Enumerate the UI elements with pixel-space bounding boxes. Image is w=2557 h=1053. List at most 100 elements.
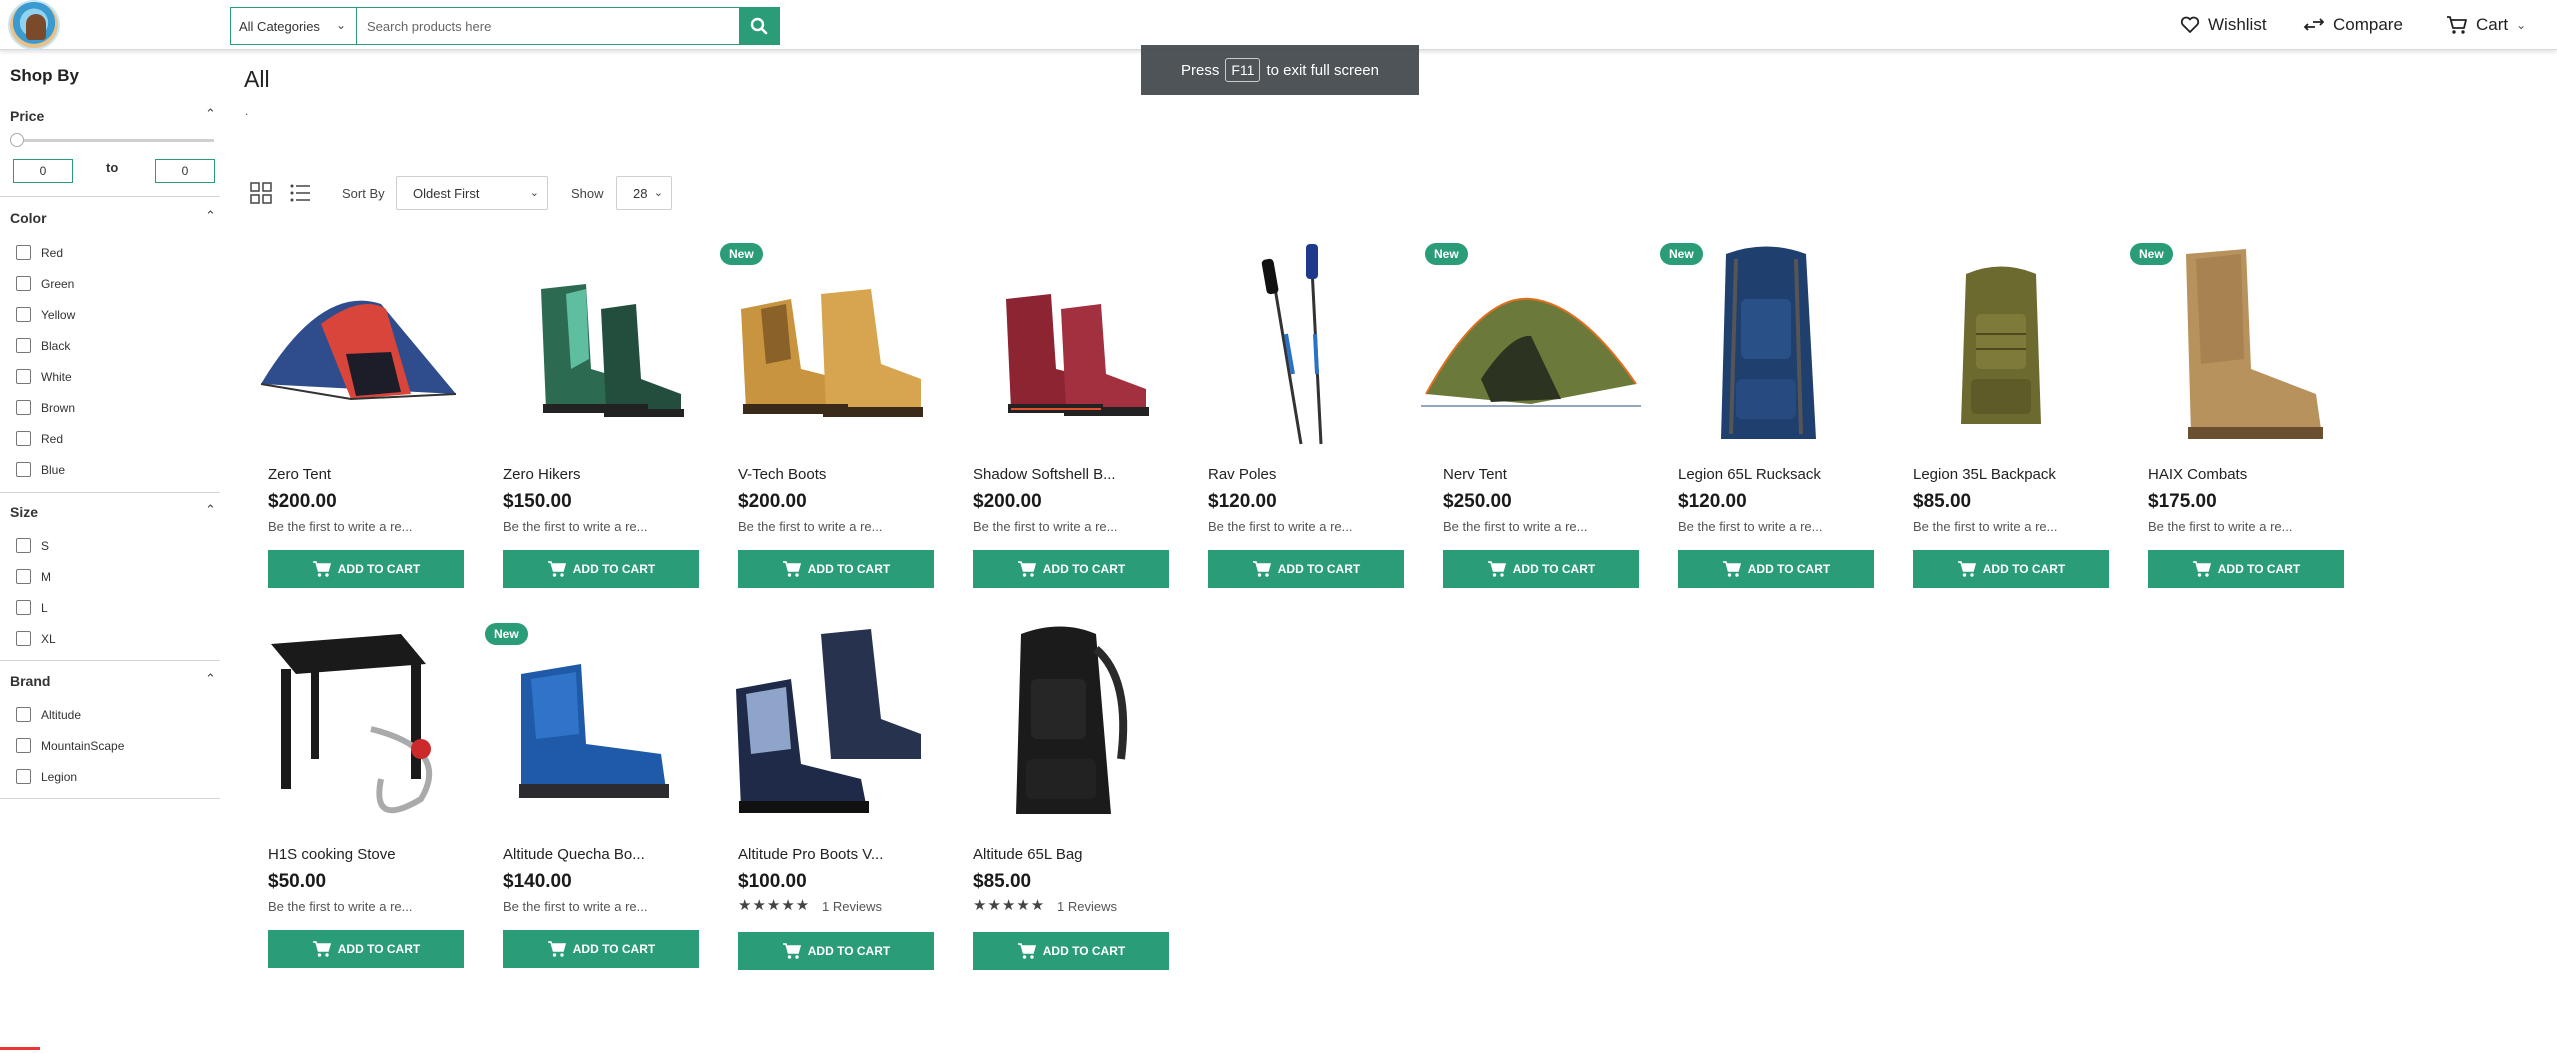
product-card[interactable]: New V-Tech Boots $200.00 Be the first to… xyxy=(716,234,936,604)
product-name[interactable]: V-Tech Boots xyxy=(738,466,826,483)
review-prompt[interactable]: Be the first to write a re... xyxy=(503,519,648,534)
product-image[interactable] xyxy=(716,614,936,834)
checkbox[interactable] xyxy=(16,769,31,784)
checkbox[interactable] xyxy=(16,538,31,553)
product-card[interactable]: H1S cooking Stove $50.00 Be the first to… xyxy=(246,614,466,984)
product-name[interactable]: H1S cooking Stove xyxy=(268,846,396,863)
sort-select[interactable]: Oldest First ⌄ xyxy=(396,176,548,210)
color-option[interactable]: White xyxy=(16,369,72,384)
size-option[interactable]: L xyxy=(16,600,48,615)
product-image[interactable] xyxy=(1891,234,2111,454)
checkbox[interactable] xyxy=(16,462,31,477)
add-to-cart-button[interactable]: ADD TO CART xyxy=(503,930,699,968)
brand-option[interactable]: MountainScape xyxy=(16,738,124,753)
price-min-input[interactable] xyxy=(13,159,73,183)
add-to-cart-button[interactable]: ADD TO CART xyxy=(1208,550,1404,588)
product-card[interactable]: New Nerv Tent $250.00 Be the first to wr… xyxy=(1421,234,1641,604)
cart-link[interactable]: Cart ⌄ xyxy=(2446,13,2526,37)
product-image[interactable] xyxy=(716,234,936,454)
color-option[interactable]: Yellow xyxy=(16,307,75,322)
search-button[interactable] xyxy=(739,7,779,45)
product-card[interactable]: Zero Tent $200.00 Be the first to write … xyxy=(246,234,466,604)
color-option[interactable]: Black xyxy=(16,338,70,353)
price-max-input[interactable] xyxy=(155,159,215,183)
review-prompt[interactable]: Be the first to write a re... xyxy=(1678,519,1823,534)
product-name[interactable]: Shadow Softshell B... xyxy=(973,466,1116,483)
product-name[interactable]: Altitude Pro Boots V... xyxy=(738,846,883,863)
brand-option[interactable]: Altitude xyxy=(16,707,81,722)
add-to-cart-button[interactable]: ADD TO CART xyxy=(1678,550,1874,588)
checkbox[interactable] xyxy=(16,707,31,722)
review-prompt[interactable]: Be the first to write a re... xyxy=(738,519,883,534)
site-logo[interactable] xyxy=(8,0,60,50)
product-image[interactable] xyxy=(1421,234,1641,454)
product-card[interactable]: New Altitude Quecha Bo... $140.00 Be the… xyxy=(481,614,701,984)
product-card[interactable]: Legion 35L Backpack $85.00 Be the first … xyxy=(1891,234,2111,604)
review-prompt[interactable]: Be the first to write a re... xyxy=(268,899,413,914)
wishlist-link[interactable]: Wishlist xyxy=(2180,13,2267,37)
product-name[interactable]: HAIX Combats xyxy=(2148,466,2247,483)
review-count[interactable]: 1 Reviews xyxy=(1057,899,1117,914)
checkbox[interactable] xyxy=(16,338,31,353)
product-image[interactable] xyxy=(1656,234,1876,454)
list-view-icon[interactable] xyxy=(288,181,312,205)
add-to-cart-button[interactable]: ADD TO CART xyxy=(1443,550,1639,588)
review-prompt[interactable]: Be the first to write a re... xyxy=(1208,519,1353,534)
checkbox[interactable] xyxy=(16,631,31,646)
checkbox[interactable] xyxy=(16,369,31,384)
checkbox[interactable] xyxy=(16,400,31,415)
checkbox[interactable] xyxy=(16,307,31,322)
product-name[interactable]: Legion 65L Rucksack xyxy=(1678,466,1821,483)
price-slider-handle[interactable] xyxy=(10,133,24,147)
product-image[interactable] xyxy=(2126,234,2346,454)
add-to-cart-button[interactable]: ADD TO CART xyxy=(2148,550,2344,588)
size-option[interactable]: XL xyxy=(16,631,56,646)
product-name[interactable]: Altitude Quecha Bo... xyxy=(503,846,645,863)
color-option[interactable]: Red xyxy=(16,431,63,446)
product-name[interactable]: Nerv Tent xyxy=(1443,466,1507,483)
checkbox[interactable] xyxy=(16,569,31,584)
product-image[interactable] xyxy=(246,614,466,834)
color-option[interactable]: Green xyxy=(16,276,74,291)
product-name[interactable]: Rav Poles xyxy=(1208,466,1276,483)
product-name[interactable]: Legion 35L Backpack xyxy=(1913,466,2056,483)
color-option[interactable]: Blue xyxy=(16,462,65,477)
review-prompt[interactable]: Be the first to write a re... xyxy=(268,519,413,534)
product-card[interactable]: Zero Hikers $150.00 Be the first to writ… xyxy=(481,234,701,604)
add-to-cart-button[interactable]: ADD TO CART xyxy=(268,930,464,968)
brand-option[interactable]: Legion xyxy=(16,769,77,784)
product-image[interactable] xyxy=(1186,234,1406,454)
product-image[interactable] xyxy=(481,614,701,834)
add-to-cart-button[interactable]: ADD TO CART xyxy=(973,550,1169,588)
grid-view-icon[interactable] xyxy=(249,181,273,205)
product-name[interactable]: Altitude 65L Bag xyxy=(973,846,1083,863)
category-select[interactable]: All Categories ⌄ xyxy=(231,8,357,44)
product-image[interactable] xyxy=(951,234,1171,454)
review-prompt[interactable]: Be the first to write a re... xyxy=(1913,519,2058,534)
add-to-cart-button[interactable]: ADD TO CART xyxy=(738,550,934,588)
show-select[interactable]: 28 ⌄ xyxy=(616,176,672,210)
review-prompt[interactable]: Be the first to write a re... xyxy=(973,519,1118,534)
chevron-up-icon[interactable]: ⌃ xyxy=(205,106,216,122)
product-card[interactable]: Altitude 65L Bag $85.00 ★★★★★ 1 Reviews … xyxy=(951,614,1171,984)
add-to-cart-button[interactable]: ADD TO CART xyxy=(738,932,934,970)
review-prompt[interactable]: Be the first to write a re... xyxy=(1443,519,1588,534)
product-image[interactable] xyxy=(951,614,1171,834)
product-card[interactable]: Shadow Softshell B... $200.00 Be the fir… xyxy=(951,234,1171,604)
compare-link[interactable]: Compare xyxy=(2303,13,2403,37)
checkbox[interactable] xyxy=(16,600,31,615)
price-slider-track[interactable] xyxy=(14,139,214,142)
product-card[interactable]: Rav Poles $120.00 Be the first to write … xyxy=(1186,234,1406,604)
checkbox[interactable] xyxy=(16,738,31,753)
chevron-up-icon[interactable]: ⌃ xyxy=(205,671,216,687)
add-to-cart-button[interactable]: ADD TO CART xyxy=(503,550,699,588)
color-option[interactable]: Red xyxy=(16,245,63,260)
product-card[interactable]: New Legion 65L Rucksack $120.00 Be the f… xyxy=(1656,234,1876,604)
review-prompt[interactable]: Be the first to write a re... xyxy=(2148,519,2293,534)
product-card[interactable]: New HAIX Combats $175.00 Be the first to… xyxy=(2126,234,2346,604)
color-option[interactable]: Brown xyxy=(16,400,75,415)
size-option[interactable]: S xyxy=(16,538,49,553)
product-image[interactable] xyxy=(246,234,466,454)
size-option[interactable]: M xyxy=(16,569,51,584)
chevron-up-icon[interactable]: ⌃ xyxy=(205,502,216,518)
